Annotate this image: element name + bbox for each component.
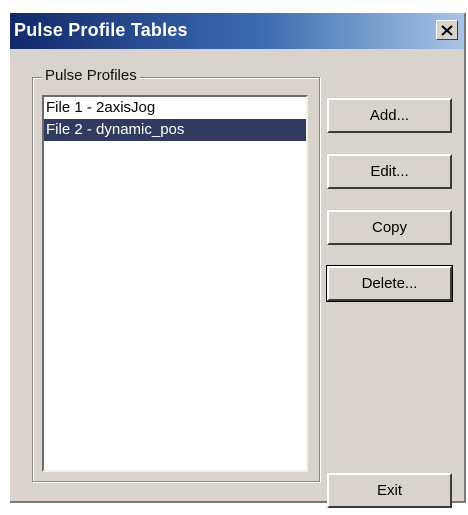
pulse-profile-tables-dialog: Pulse Profile Tables Pulse Profiles File… xyxy=(10,13,466,508)
list-item[interactable]: File 2 - dynamic_pos xyxy=(44,119,306,141)
pulse-profiles-list[interactable]: File 1 - 2axisJog File 2 - dynamic_pos xyxy=(42,95,308,472)
copy-button[interactable]: Copy xyxy=(327,210,452,245)
edit-button[interactable]: Edit... xyxy=(327,154,452,189)
add-button[interactable]: Add... xyxy=(327,98,452,133)
title-bar[interactable]: Pulse Profile Tables xyxy=(10,13,464,49)
window-title: Pulse Profile Tables xyxy=(14,20,188,40)
delete-button[interactable]: Delete... xyxy=(326,265,453,302)
pulse-profiles-label: Pulse Profiles xyxy=(42,67,140,84)
close-button[interactable] xyxy=(436,20,458,40)
exit-button[interactable]: Exit xyxy=(327,473,452,508)
close-icon xyxy=(441,24,453,36)
list-item[interactable]: File 1 - 2axisJog xyxy=(44,97,306,119)
